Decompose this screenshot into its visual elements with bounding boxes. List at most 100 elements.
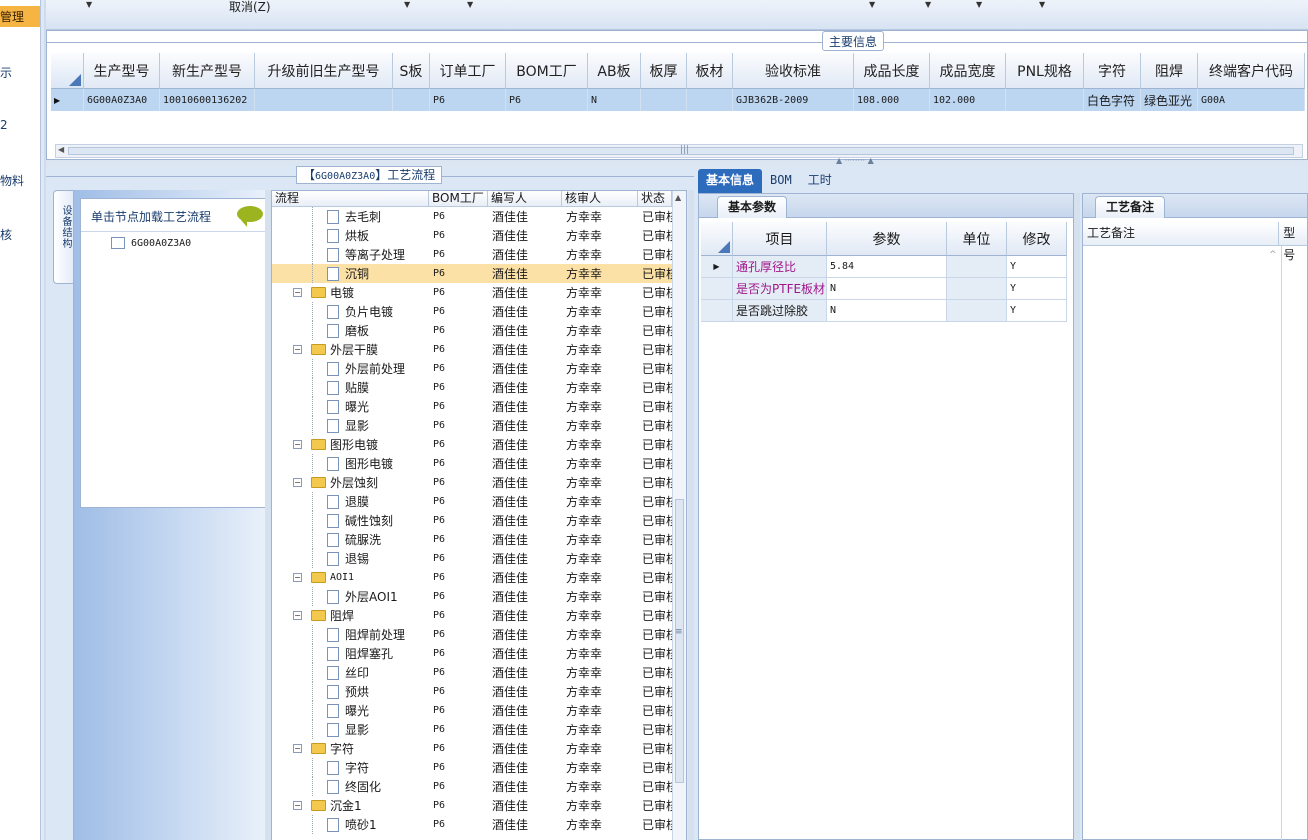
tab-basic-params[interactable]: 基本参数 <box>717 196 788 218</box>
bom-factory-cell[interactable]: P6 <box>429 553 488 564</box>
reviewer-cell[interactable]: 方幸幸 <box>562 645 638 662</box>
reviewer-cell[interactable]: 方幸幸 <box>562 227 638 244</box>
process-name-cell[interactable]: 显影 <box>272 720 429 739</box>
nav-item-management[interactable]: 管理 <box>0 6 44 27</box>
col-header-ab-board[interactable]: AB板 <box>588 53 641 89</box>
process-name-cell[interactable]: 图形电镀 <box>272 454 429 473</box>
param-value-cell[interactable]: 5.84 <box>827 256 947 278</box>
bom-factory-cell[interactable]: P6 <box>429 819 488 830</box>
status-cell[interactable]: 已审核 <box>638 398 672 415</box>
tree-group-row[interactable]: − 图形电镀 P6酒佳佳方幸幸已审核 <box>272 435 672 454</box>
bom-factory-cell[interactable]: P6 <box>429 458 488 469</box>
status-cell[interactable]: 已审核 <box>638 474 672 491</box>
tree-leaf-row[interactable]: 磨板 P6酒佳佳方幸幸已审核 <box>272 321 672 340</box>
reviewer-cell[interactable]: 方幸幸 <box>562 759 638 776</box>
param-unit-cell[interactable] <box>947 300 1007 322</box>
process-name-cell[interactable]: 贴膜 <box>272 378 429 397</box>
status-cell[interactable]: 已审核 <box>638 265 672 282</box>
col-header-unit[interactable]: 单位 <box>947 222 1007 256</box>
status-cell[interactable]: 已审核 <box>638 588 672 605</box>
scroll-up-icon[interactable]: ▲ <box>675 193 681 202</box>
collapse-icon[interactable]: − <box>293 478 302 487</box>
grid-corner[interactable] <box>701 222 733 256</box>
col-header-s-board[interactable]: S板 <box>393 53 430 89</box>
reviewer-cell[interactable]: 方幸幸 <box>562 341 638 358</box>
bom-factory-cell[interactable]: P6 <box>429 401 488 412</box>
bom-factory-cell[interactable]: P6 <box>429 629 488 640</box>
col-header-bom-factory[interactable]: BOM工厂 <box>506 53 588 89</box>
tree-leaf-row[interactable]: 曝光 P6酒佳佳方幸幸已审核 <box>272 701 672 720</box>
param-row[interactable]: 是否为PTFE板材 N Y <box>701 278 1067 300</box>
process-name-cell[interactable]: 外层前处理 <box>272 359 429 378</box>
status-cell[interactable]: 已审核 <box>638 227 672 244</box>
tree-leaf-row[interactable]: 碱性蚀刻 P6酒佳佳方幸幸已审核 <box>272 511 672 530</box>
bom-factory-cell[interactable]: P6 <box>429 477 488 488</box>
tree-leaf-row[interactable]: 沉铜 P6酒佳佳方幸幸已审核 <box>272 264 672 283</box>
process-name-cell[interactable]: − AOI1 <box>272 568 429 587</box>
param-edit-cell[interactable]: Y <box>1007 278 1067 300</box>
param-edit-cell[interactable]: Y <box>1007 256 1067 278</box>
writer-cell[interactable]: 酒佳佳 <box>488 607 562 624</box>
bom-factory-cell[interactable]: P6 <box>429 762 488 773</box>
vertical-scrollbar[interactable]: ▲ ≡ <box>672 191 686 840</box>
tree-group-row[interactable]: − 阻焊 P6酒佳佳方幸幸已审核 <box>272 606 672 625</box>
col-header-legend[interactable]: 字符 <box>1084 53 1141 89</box>
bom-factory-cell[interactable]: P6 <box>429 420 488 431</box>
reviewer-cell[interactable]: 方幸幸 <box>562 303 638 320</box>
reviewer-cell[interactable]: 方幸幸 <box>562 493 638 510</box>
tree-group-row[interactable]: − 沉金1 P6酒佳佳方幸幸已审核 <box>272 796 672 815</box>
status-cell[interactable]: 已审核 <box>638 512 672 529</box>
nav-item-display[interactable]: 示 <box>0 64 12 81</box>
tree-group-row[interactable]: − AOI1 P6酒佳佳方幸幸已审核 <box>272 568 672 587</box>
cell-s-board[interactable] <box>393 89 430 111</box>
bom-factory-cell[interactable]: P6 <box>429 667 488 678</box>
tree-leaf-row[interactable]: 等离子处理 P6酒佳佳方幸幸已审核 <box>272 245 672 264</box>
table-row[interactable]: ▶ 6G00A0Z3A0 10010600136202 P6 P6 N GJB3… <box>51 89 1305 111</box>
status-cell[interactable]: 已审核 <box>638 626 672 643</box>
writer-cell[interactable]: 酒佳佳 <box>488 645 562 662</box>
process-name-cell[interactable]: 字符 <box>272 758 429 777</box>
dropdown-arrow-icon[interactable]: ▼ <box>869 0 875 9</box>
bom-factory-cell[interactable]: P6 <box>429 249 488 260</box>
tree-leaf-row[interactable]: 去毛刺 P6酒佳佳方幸幸已审核 <box>272 207 672 226</box>
tree-leaf-row[interactable]: 退锡 P6酒佳佳方幸幸已审核 <box>272 549 672 568</box>
cell-old-model[interactable] <box>255 89 393 111</box>
cancel-button[interactable]: 取消(Z) <box>229 0 271 15</box>
col-header-edit[interactable]: 修改 <box>1007 222 1067 256</box>
dropdown-arrow-icon[interactable]: ▼ <box>467 0 473 9</box>
tree-leaf-row[interactable]: 图形电镀 P6酒佳佳方幸幸已审核 <box>272 454 672 473</box>
process-name-cell[interactable]: 阻焊塞孔 <box>272 644 429 663</box>
writer-cell[interactable]: 酒佳佳 <box>488 417 562 434</box>
cell-legend[interactable]: 白色字符 <box>1084 89 1141 111</box>
tree-leaf-row[interactable]: 显影 P6酒佳佳方幸幸已审核 <box>272 416 672 435</box>
cell-pnl[interactable] <box>1006 89 1084 111</box>
col-header-value[interactable]: 参数 <box>827 222 947 256</box>
reviewer-cell[interactable]: 方幸幸 <box>562 208 638 225</box>
col-header-soldermask[interactable]: 阻焊 <box>1141 53 1198 89</box>
tab-process-remarks[interactable]: 工艺备注 <box>1095 196 1166 218</box>
writer-cell[interactable]: 酒佳佳 <box>488 683 562 700</box>
writer-cell[interactable]: 酒佳佳 <box>488 816 562 833</box>
status-cell[interactable]: 已审核 <box>638 702 672 719</box>
reviewer-cell[interactable]: 方幸幸 <box>562 607 638 624</box>
reviewer-cell[interactable]: 方幸幸 <box>562 721 638 738</box>
status-cell[interactable]: 已审核 <box>638 664 672 681</box>
writer-cell[interactable]: 酒佳佳 <box>488 303 562 320</box>
bom-factory-cell[interactable]: P6 <box>429 800 488 811</box>
tree-leaf-row[interactable]: 烘板 P6酒佳佳方幸幸已审核 <box>272 226 672 245</box>
col-header-status[interactable]: 状态 <box>638 191 672 207</box>
writer-cell[interactable]: 酒佳佳 <box>488 322 562 339</box>
writer-cell[interactable]: 酒佳佳 <box>488 569 562 586</box>
reviewer-cell[interactable]: 方幸幸 <box>562 417 638 434</box>
tree-leaf-row[interactable]: 负片电镀 P6酒佳佳方幸幸已审核 <box>272 302 672 321</box>
collapse-icon[interactable]: − <box>293 801 302 810</box>
bom-factory-cell[interactable]: P6 <box>429 743 488 754</box>
writer-cell[interactable]: 酒佳佳 <box>488 797 562 814</box>
tab-device-structure[interactable]: 设备结构 <box>53 190 73 284</box>
bom-factory-cell[interactable]: P6 <box>429 325 488 336</box>
bom-factory-cell[interactable]: P6 <box>429 382 488 393</box>
writer-cell[interactable]: 酒佳佳 <box>488 398 562 415</box>
tree-group-row[interactable]: − 外层干膜 P6酒佳佳方幸幸已审核 <box>272 340 672 359</box>
reviewer-cell[interactable]: 方幸幸 <box>562 322 638 339</box>
process-name-cell[interactable]: 外层AOI1 <box>272 587 429 606</box>
